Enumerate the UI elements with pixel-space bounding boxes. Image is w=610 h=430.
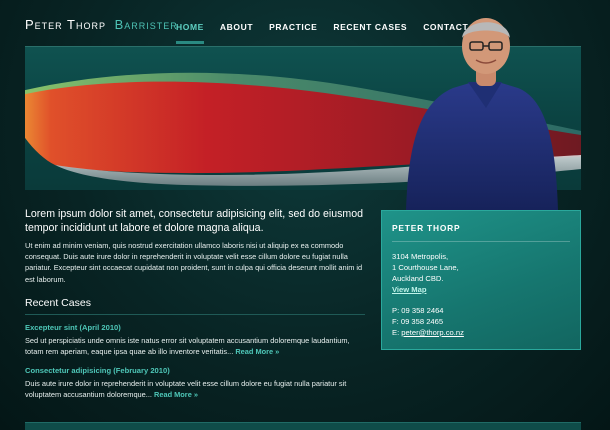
case-title-link[interactable]: Excepteur sint (April 2010) (25, 323, 370, 332)
logo-title: Barrister (114, 17, 178, 32)
address-line: 3104 Metropolis, (392, 252, 449, 261)
case-summary-text: Sed ut perspiciatis unde omnis iste natu… (25, 336, 350, 356)
nav-home[interactable]: HOME (176, 22, 204, 44)
contact-numbers: P: 09 358 2464 F: 09 358 2465 E: peter@t… (392, 305, 464, 338)
email-link[interactable]: peter@thorp.co.nz (401, 328, 464, 337)
contact-address: 3104 Metropolis, 1 Courthouse Lane, Auck… (392, 251, 459, 295)
case-item: Consectetur adipisicing (February 2010) … (25, 366, 370, 400)
case-item: Excepteur sint (April 2010) Sed ut persp… (25, 323, 370, 357)
view-map-link[interactable]: View Map (392, 284, 459, 295)
contact-card: PETER THORP 3104 Metropolis, 1 Courthous… (381, 210, 581, 350)
portrait-photo (406, 18, 558, 211)
intro-lead: Lorem ipsum dolor sit amet, consectetur … (25, 208, 363, 234)
nav-recent-cases[interactable]: RECENT CASES (333, 22, 407, 44)
intro-body: Ut enim ad minim veniam, quis nostrud ex… (25, 241, 363, 284)
email-prefix: E: (392, 328, 402, 337)
read-more-link[interactable]: Read More » (154, 390, 198, 399)
address-line: Auckland CBD. (392, 274, 444, 283)
contact-name: PETER THORP (392, 223, 461, 233)
phone-number: P: 09 358 2464 (392, 306, 444, 315)
intro-section: Lorem ipsum dolor sit amet, consectetur … (25, 207, 365, 285)
case-summary: Duis aute irure dolor in reprehenderit i… (25, 378, 370, 400)
nav-practice[interactable]: PRACTICE (269, 22, 317, 44)
read-more-link[interactable]: Read More » (235, 347, 279, 356)
fax-number: F: 09 358 2465 (392, 317, 444, 326)
address-line: 1 Courthouse Lane, (392, 263, 459, 272)
logo-name: Peter Thorp (25, 17, 106, 32)
recent-cases-heading: Recent Cases (25, 297, 91, 309)
recent-cases-divider (25, 314, 365, 315)
contact-divider (392, 241, 570, 242)
nav-about[interactable]: ABOUT (220, 22, 253, 44)
case-title-link[interactable]: Consectetur adipisicing (February 2010) (25, 366, 370, 375)
site-logo[interactable]: Peter Thorp Barrister (25, 17, 178, 32)
footer-bar (25, 422, 581, 430)
case-summary: Sed ut perspiciatis unde omnis iste natu… (25, 335, 370, 357)
email-line: E: peter@thorp.co.nz (392, 327, 464, 338)
